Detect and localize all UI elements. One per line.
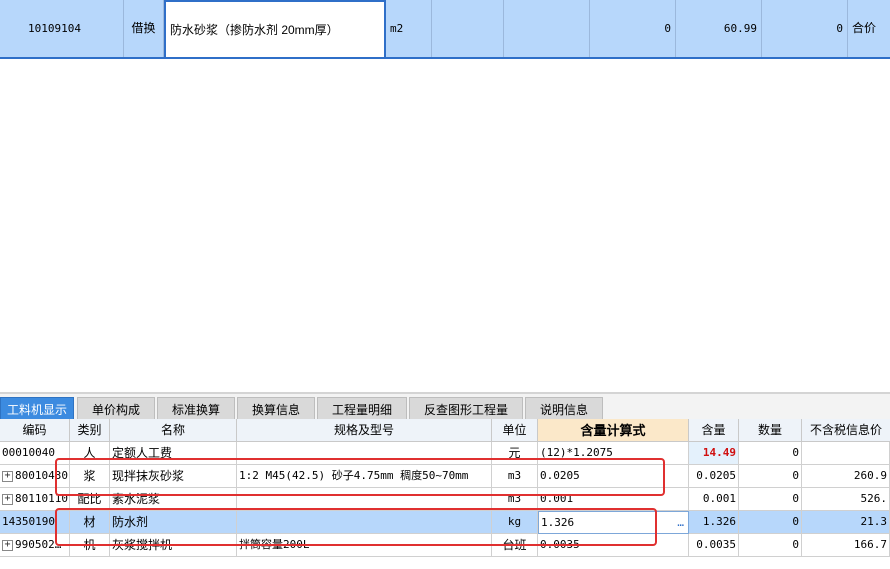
col-header-formula[interactable]: 含量计算式	[538, 419, 689, 442]
cell-content[interactable]: 0.0035	[689, 534, 739, 557]
ellipsis-button[interactable]: …	[677, 512, 684, 533]
cell-name[interactable]: 灰浆搅拌机	[110, 534, 237, 557]
cell-unit[interactable]: m3	[492, 465, 538, 488]
expand-icon[interactable]: +	[2, 539, 13, 551]
cell-content[interactable]: 0.001	[689, 488, 739, 511]
col-header-unit[interactable]: 单位	[492, 419, 538, 442]
cell-formula-editor[interactable]: 1.326 …	[538, 511, 689, 534]
resource-grid: 编码 类别 名称 规格及型号 单位 含量计算式 含量 数量 不含税信息价 000…	[0, 419, 890, 569]
tab-material-display[interactable]: 工料机显示	[0, 397, 74, 421]
cell-name[interactable]: 定额人工费	[110, 442, 237, 465]
tab-conversion-info[interactable]: 换算信息	[237, 397, 315, 421]
cell-code-text: 80010430	[15, 469, 68, 482]
col-header-type[interactable]: 类别	[70, 419, 110, 442]
cell-unit[interactable]: 台班	[492, 534, 538, 557]
col-header-price[interactable]: 不含税信息价	[802, 419, 890, 442]
top-unit-cell[interactable]: m2	[386, 0, 432, 57]
tab-quantity-detail[interactable]: 工程量明细	[317, 397, 407, 421]
table-row[interactable]: +990502… 机 灰浆搅拌机 拌筒容量200L 台班 0.0035 0.00…	[0, 534, 890, 557]
cell-price[interactable]: 260.9	[802, 465, 890, 488]
cell-code[interactable]: +80010430	[0, 465, 70, 488]
tab-reverse-lookup[interactable]: 反查图形工程量	[409, 397, 523, 421]
expand-icon[interactable]: +	[2, 493, 13, 505]
cell-price[interactable]: 526.	[802, 488, 890, 511]
cell-name[interactable]: 素水泥浆	[110, 488, 237, 511]
table-row[interactable]: +80010430 浆 现拌抹灰砂浆 1:2 M45(42.5) 砂子4.75m…	[0, 465, 890, 488]
cell-content[interactable]: 14.49	[689, 442, 739, 465]
col-header-name[interactable]: 名称	[110, 419, 237, 442]
cell-qty[interactable]: 0	[739, 511, 802, 534]
cell-qty[interactable]: 0	[739, 442, 802, 465]
cell-name[interactable]: 防水剂	[110, 511, 237, 534]
cell-price[interactable]: 166.7	[802, 534, 890, 557]
cell-content[interactable]: 0.0205	[689, 465, 739, 488]
cell-formula[interactable]: (12)*1.2075	[538, 442, 689, 465]
formula-value: 1.326	[541, 516, 575, 529]
cell-type[interactable]: 机	[70, 534, 110, 557]
top-total-cell[interactable]: 0	[762, 0, 848, 57]
cell-price[interactable]: 21.3	[802, 511, 890, 534]
col-header-content[interactable]: 含量	[689, 419, 739, 442]
cell-code[interactable]: +80110110	[0, 488, 70, 511]
cell-type[interactable]: 浆	[70, 465, 110, 488]
cell-code[interactable]: +990502…	[0, 534, 70, 557]
cell-type[interactable]: 人	[70, 442, 110, 465]
cell-unit[interactable]: kg	[492, 511, 538, 534]
tab-unit-price[interactable]: 单价构成	[77, 397, 155, 421]
col-header-qty[interactable]: 数量	[739, 419, 802, 442]
cell-price[interactable]	[802, 442, 890, 465]
top-col-a-cell[interactable]	[432, 0, 504, 57]
cell-qty[interactable]: 0	[739, 465, 802, 488]
cell-content[interactable]: 1.326	[689, 511, 739, 534]
cell-code[interactable]: 14350190	[0, 511, 70, 534]
cell-unit[interactable]: m3	[492, 488, 538, 511]
top-col-b-cell[interactable]	[504, 0, 590, 57]
cell-name[interactable]: 现拌抹灰砂浆	[110, 465, 237, 488]
cell-spec[interactable]	[237, 488, 492, 511]
top-price-cell[interactable]: 60.99	[676, 0, 762, 57]
top-code-cell[interactable]: 10109104	[0, 0, 124, 57]
cell-spec[interactable]	[237, 511, 492, 534]
cell-formula[interactable]: 0.001	[538, 488, 689, 511]
col-header-code[interactable]: 编码	[0, 419, 70, 442]
cell-type[interactable]: 配比	[70, 488, 110, 511]
expand-icon[interactable]: +	[2, 470, 13, 482]
cell-qty[interactable]: 0	[739, 488, 802, 511]
cell-spec[interactable]: 1:2 M45(42.5) 砂子4.75mm 稠度50~70mm	[237, 465, 492, 488]
cell-formula[interactable]: 0.0205	[538, 465, 689, 488]
top-qty-cell[interactable]: 0	[590, 0, 676, 57]
cell-unit[interactable]: 元	[492, 442, 538, 465]
cell-code[interactable]: 00010040	[0, 442, 70, 465]
cell-qty[interactable]: 0	[739, 534, 802, 557]
cell-formula[interactable]: 0.0035	[538, 534, 689, 557]
table-row[interactable]: 00010040 人 定额人工费 元 (12)*1.2075 14.49 0	[0, 442, 890, 465]
top-name-cell[interactable]: 防水砂浆（掺防水剂 20mm厚）	[164, 0, 386, 59]
col-header-spec[interactable]: 规格及型号	[237, 419, 492, 442]
table-row[interactable]: +80110110 配比 素水泥浆 m3 0.001 0.001 0 526.	[0, 488, 890, 511]
top-quota-row[interactable]: 10109104 借换 防水砂浆（掺防水剂 20mm厚） m2 0 60.99 …	[0, 0, 890, 59]
detail-tabbar: 工料机显示 单价构成 标准换算 换算信息 工程量明细 反查图形工程量 说明信息	[0, 392, 890, 421]
cell-spec[interactable]	[237, 442, 492, 465]
cell-spec[interactable]: 拌筒容量200L	[237, 534, 492, 557]
tab-description[interactable]: 说明信息	[525, 397, 603, 421]
tab-standard-conversion[interactable]: 标准换算	[157, 397, 235, 421]
table-row-selected[interactable]: 14350190 材 防水剂 kg 1.326 … 1.326 0 21.3	[0, 511, 890, 534]
top-type-cell[interactable]: 借换	[124, 0, 164, 57]
top-price-type-cell[interactable]: 合价	[848, 0, 890, 57]
cell-code-text: 990502…	[15, 538, 62, 551]
cell-type[interactable]: 材	[70, 511, 110, 534]
cell-code-text: 80110110	[15, 492, 68, 505]
